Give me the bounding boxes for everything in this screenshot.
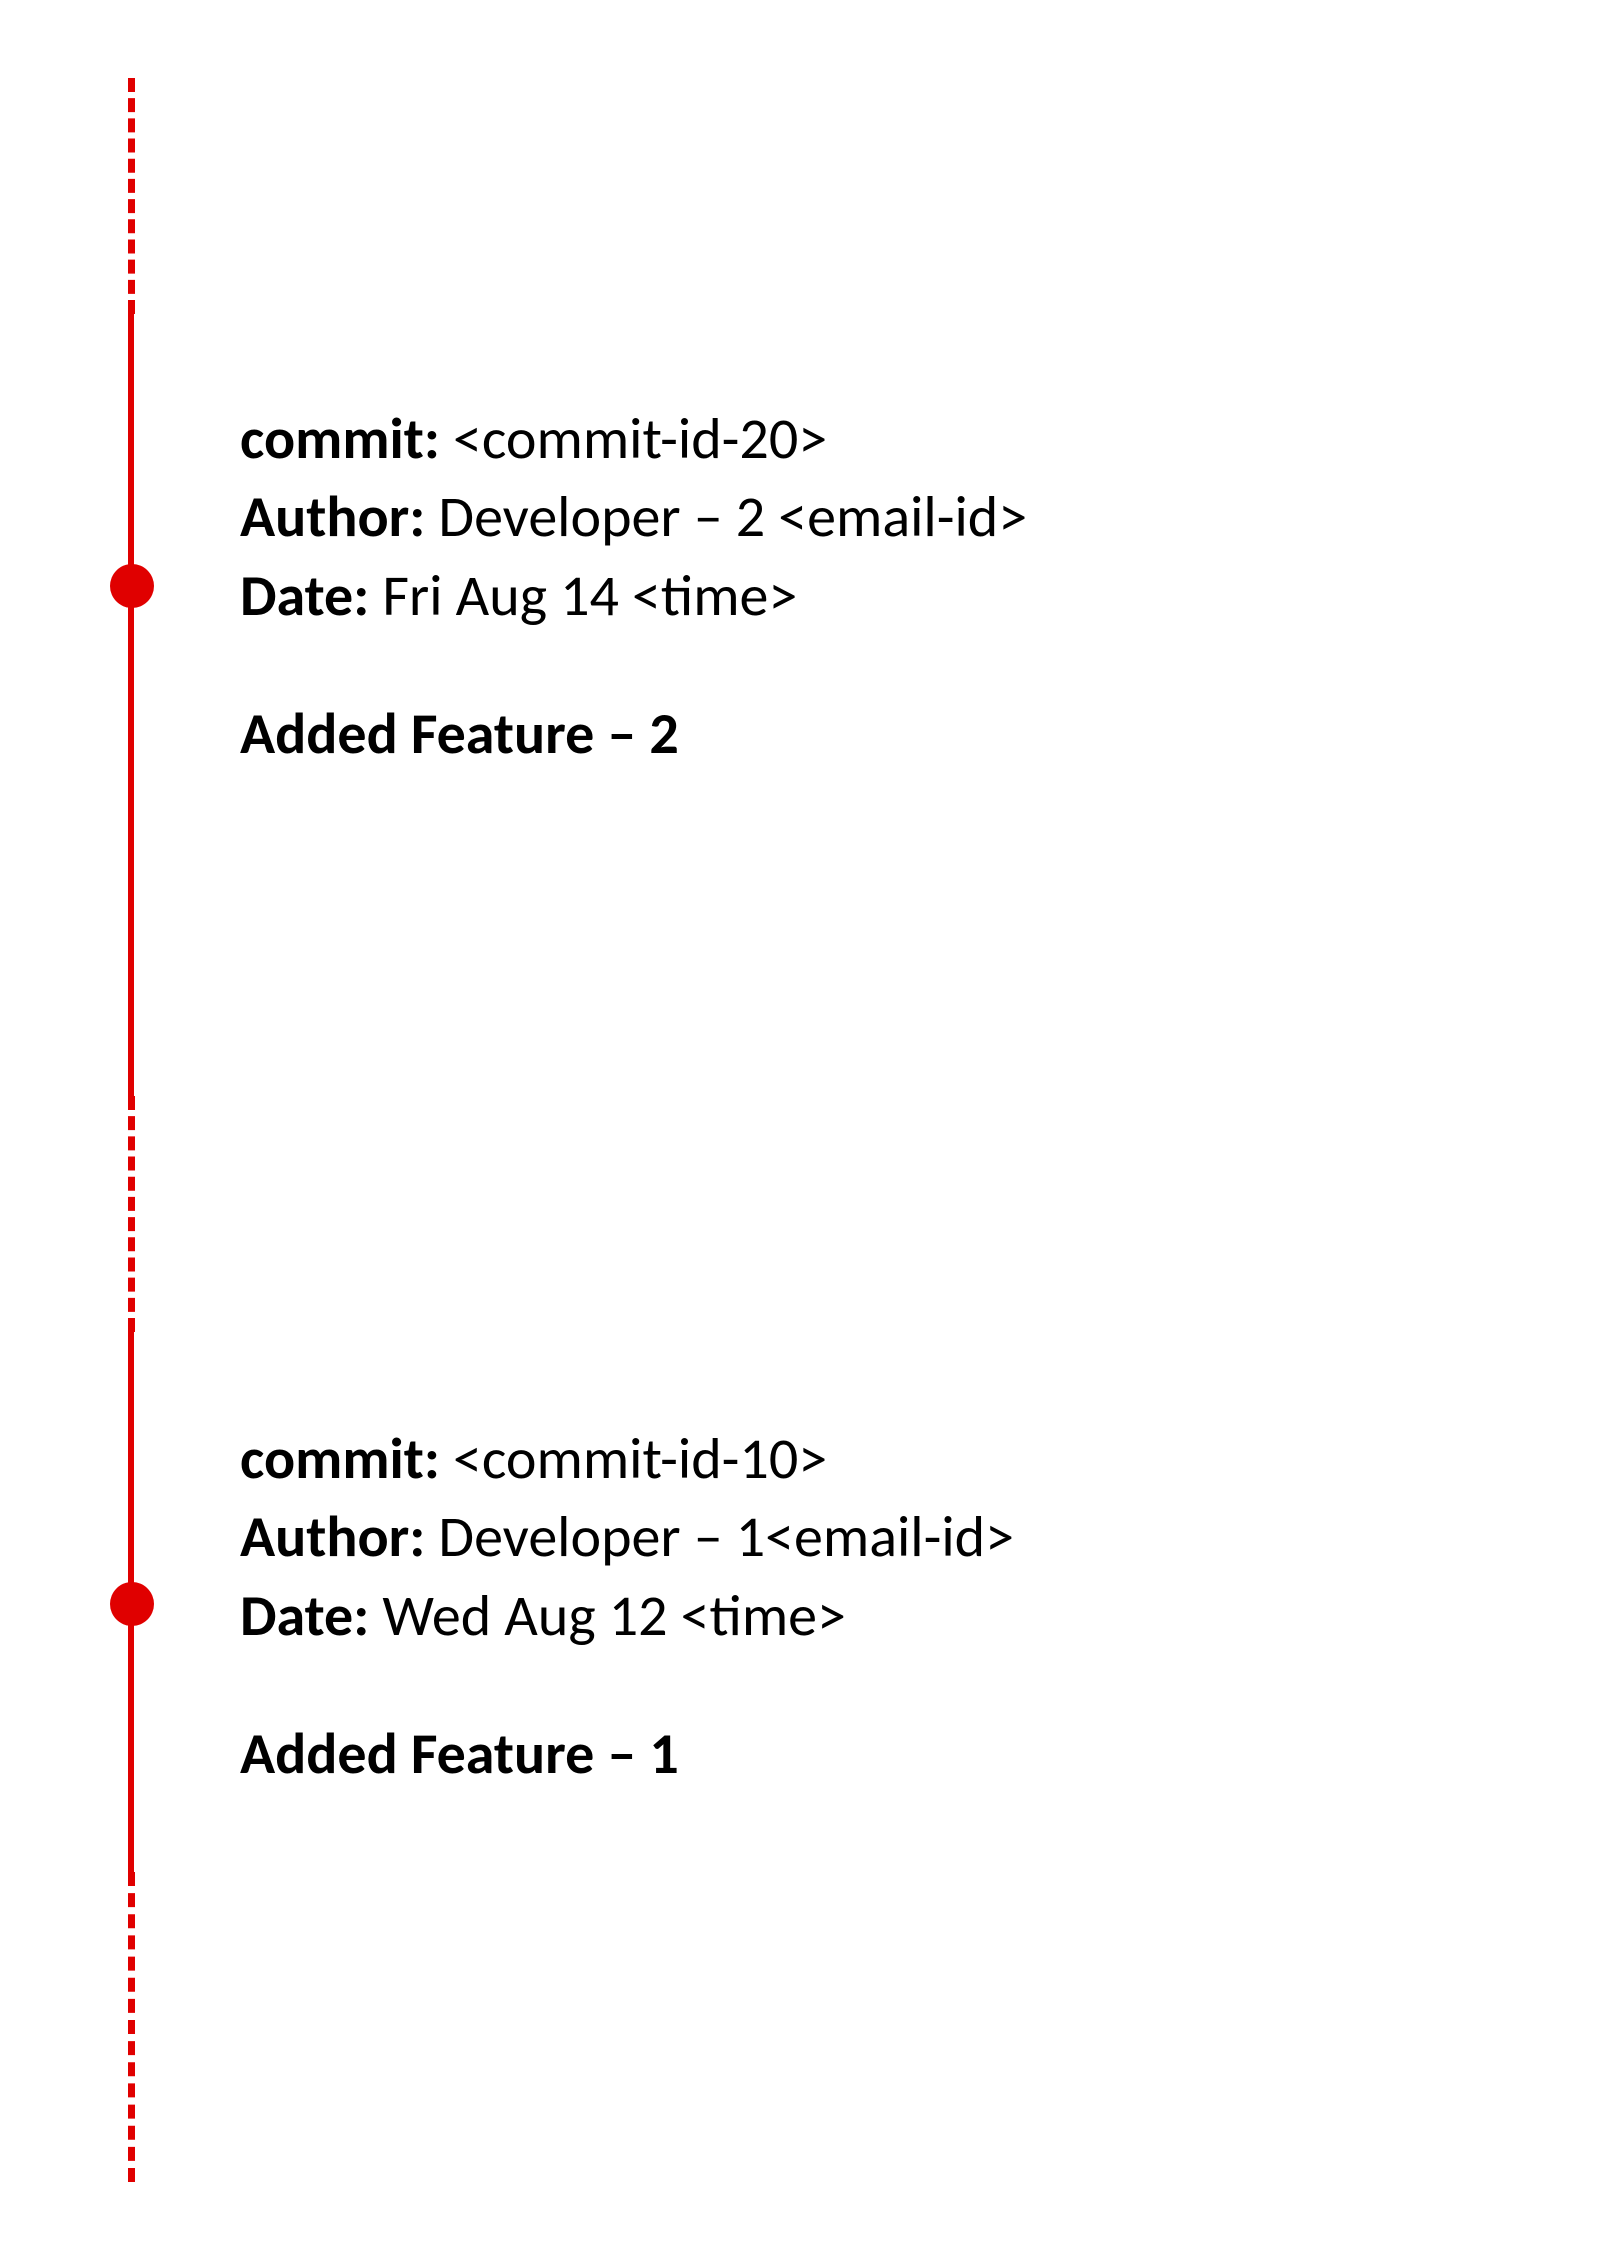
date-label: Date: bbox=[240, 1580, 369, 1651]
commit-value: <commit-id-10> bbox=[440, 1423, 827, 1494]
date-label: Date: bbox=[240, 560, 369, 631]
date-line: Date: Fri Aug 14 <time> bbox=[240, 557, 1340, 635]
author-value: Developer – 1<email-id> bbox=[425, 1501, 1014, 1572]
git-log-timeline: commit: <commit-id-20> Author: Developer… bbox=[0, 0, 1623, 2249]
date-value: Wed Aug 12 <time> bbox=[369, 1580, 846, 1651]
commit-label: commit: bbox=[240, 403, 440, 474]
author-line: Author: Developer – 2 <email-id> bbox=[240, 478, 1340, 556]
author-label: Author: bbox=[240, 481, 425, 552]
commit-entry: commit: <commit-id-20> Author: Developer… bbox=[240, 400, 1340, 773]
commit-message: Added Feature – 2 bbox=[240, 695, 1340, 773]
commit-node-icon bbox=[110, 1582, 154, 1626]
commit-message: Added Feature – 1 bbox=[240, 1715, 1340, 1793]
author-label: Author: bbox=[240, 1501, 425, 1572]
date-value: Fri Aug 14 <time> bbox=[369, 560, 797, 631]
commit-node-icon bbox=[110, 564, 154, 608]
timeline-dash-mid bbox=[128, 1096, 135, 1332]
timeline-solid-1 bbox=[128, 314, 134, 1096]
commit-line: commit: <commit-id-20> bbox=[240, 400, 1340, 478]
commit-line: commit: <commit-id-10> bbox=[240, 1420, 1340, 1498]
timeline-dash-bottom bbox=[128, 1872, 135, 2182]
commit-entry: commit: <commit-id-10> Author: Developer… bbox=[240, 1420, 1340, 1793]
commit-value: <commit-id-20> bbox=[440, 403, 827, 474]
date-line: Date: Wed Aug 12 <time> bbox=[240, 1577, 1340, 1655]
timeline-dash-top bbox=[128, 78, 135, 314]
author-value: Developer – 2 <email-id> bbox=[425, 481, 1027, 552]
author-line: Author: Developer – 1<email-id> bbox=[240, 1498, 1340, 1576]
commit-label: commit: bbox=[240, 1423, 440, 1494]
